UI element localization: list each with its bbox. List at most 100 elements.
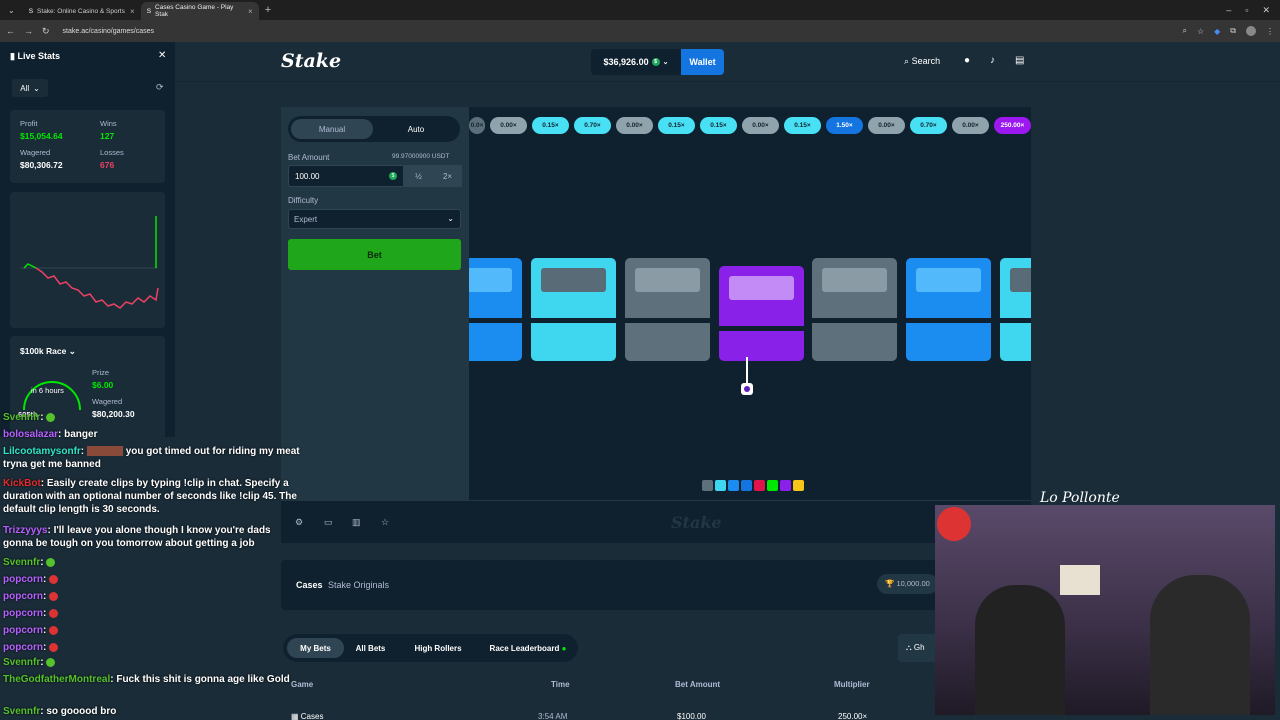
case-band xyxy=(906,318,991,323)
emote-icon xyxy=(49,625,59,635)
emote-icon xyxy=(46,657,56,667)
difficulty-select[interactable]: Expert ⌄ xyxy=(288,209,461,229)
cases-game-area: 0.0× 0.00× 0.15× 0.70× 0.00× 0.15× 0.15× 0.00× 0… xyxy=(469,107,1031,500)
tab-all-bets[interactable]: All Bets xyxy=(348,638,393,658)
bet-balance: 99.97000900 USDT xyxy=(392,153,450,160)
multiplier-pill: 0.70× xyxy=(910,117,947,134)
multiplier-pill: 1.50× xyxy=(826,117,863,134)
chat-message: Trizzyyys: I'll leave you alone though I… xyxy=(3,525,271,549)
case-box xyxy=(469,258,522,361)
ghost-mode-button[interactable]: ⛬ Gh xyxy=(898,634,935,662)
chat-message: popcorn: xyxy=(3,607,303,620)
max-win-badge: 🏆 10,000.00 xyxy=(877,574,938,594)
bookmark-star-icon[interactable]: ☆ xyxy=(1197,27,1204,36)
emote-icon xyxy=(49,591,59,601)
chat-message: popcorn: xyxy=(3,590,303,603)
emote-icon xyxy=(49,642,59,652)
tab-high-rollers[interactable]: High Rollers xyxy=(407,638,469,658)
stats-summary: Profit $15,054.64 Wins 127 Wagered $80,3… xyxy=(10,110,165,183)
notifications-icon[interactable]: ♪ xyxy=(990,55,995,66)
stake-logo[interactable]: Stake xyxy=(281,50,341,72)
multiplier-pill: 0.15× xyxy=(532,117,569,134)
back-icon[interactable]: ← xyxy=(6,26,15,36)
case-lid xyxy=(1010,268,1031,292)
refresh-icon[interactable]: ⟳ xyxy=(156,82,164,93)
chat-message: popcorn: xyxy=(3,624,303,637)
theatre-mode-icon[interactable]: ▭ xyxy=(324,517,333,528)
emote-icon xyxy=(49,608,59,618)
bet-amount-input[interactable]: 100.00 $ xyxy=(288,165,404,187)
bet-button[interactable]: Bet xyxy=(288,239,461,270)
forward-icon[interactable]: → xyxy=(24,26,33,36)
close-icon[interactable]: × xyxy=(130,7,135,16)
streamer-webcam xyxy=(935,505,1275,715)
case-band xyxy=(719,326,804,331)
multiplier-pill: 0.00× xyxy=(868,117,905,134)
chat-message: TheGodfatherMontreal: Fuck this shit is … xyxy=(3,674,290,685)
double-bet-button[interactable]: 2× xyxy=(433,165,462,187)
case-box xyxy=(625,258,710,361)
case-color-legend xyxy=(702,480,804,491)
user-icon[interactable]: ● xyxy=(964,55,970,66)
live-stats-title: ▮ Live Stats xyxy=(10,51,60,61)
wall-sign xyxy=(1060,565,1100,595)
browser-tab-1[interactable]: S Stake: Online Casino & Sports × xyxy=(23,2,141,20)
tab-list-icon[interactable]: ⌄ xyxy=(0,6,23,15)
person-right xyxy=(1150,575,1250,715)
zoom-icon[interactable]: ⌕ xyxy=(1182,26,1186,36)
close-icon[interactable]: ✕ xyxy=(158,50,166,61)
profit-line-red xyxy=(35,267,159,309)
stats-filter-select[interactable]: All ⌄ xyxy=(12,79,48,97)
extensions-puzzle-icon[interactable]: ⧉ xyxy=(1230,26,1236,36)
losses-value: 676 xyxy=(100,160,115,170)
browser-tab-bar: ⌄ S Stake: Online Casino & Sports × S Cases… xyxy=(0,0,1280,20)
color-swatch xyxy=(793,480,804,491)
trophy-icon: 🏆 xyxy=(885,579,895,588)
color-swatch xyxy=(741,480,752,491)
menu-icon[interactable]: ⋮ xyxy=(1266,27,1274,36)
url-field[interactable]: stake.ac/casino/games/cases xyxy=(63,28,154,35)
race-time: in 6 hours xyxy=(31,386,64,395)
ghost-icon: ⛬ xyxy=(906,643,912,652)
chat-icon[interactable]: ▤ xyxy=(1015,55,1024,66)
new-tab-icon[interactable]: + xyxy=(259,4,277,16)
manual-tab[interactable]: Manual xyxy=(291,119,373,139)
profile-avatar[interactable] xyxy=(1246,26,1256,36)
chat-message: bolosalazar: banger xyxy=(3,429,98,440)
chat-message: popcorn: xyxy=(3,573,303,586)
half-bet-button[interactable]: ½ xyxy=(404,165,433,187)
balance-display[interactable]: $36,926.00 $ ⌄ xyxy=(591,49,681,75)
stats-chart-icon[interactable]: ▥ xyxy=(352,517,361,528)
streamer-signature: Lo Pollonte xyxy=(1040,490,1120,506)
stake-watermark: Stake xyxy=(671,513,722,532)
race-title[interactable]: $100k Race ⌄ xyxy=(20,346,76,357)
case-box xyxy=(719,266,804,361)
color-swatch xyxy=(767,480,778,491)
browser-tab-2[interactable]: S Cases Casino Game - Play Stak × xyxy=(140,2,259,20)
result-pointer xyxy=(746,357,748,383)
result-marker-icon xyxy=(741,383,753,395)
minimize-icon[interactable]: – xyxy=(1226,5,1231,16)
favorite-star-icon[interactable]: ☆ xyxy=(381,517,389,528)
stream-logo xyxy=(937,507,971,541)
auto-tab[interactable]: Auto xyxy=(375,119,457,139)
close-icon[interactable]: × xyxy=(248,7,253,16)
maximize-icon[interactable]: ▫ xyxy=(1245,5,1248,16)
window-close-icon[interactable]: ✕ xyxy=(1262,5,1270,16)
chevron-down-icon: ⌄ xyxy=(33,83,40,93)
live-dot-icon: ● xyxy=(561,643,567,653)
case-lid xyxy=(541,268,606,292)
reload-icon[interactable]: ↻ xyxy=(42,26,50,37)
extension-icon[interactable]: ◆ xyxy=(1214,27,1220,36)
multiplier-pill: 0.00× xyxy=(952,117,989,134)
wallet-button[interactable]: Wallet xyxy=(681,49,724,75)
color-swatch xyxy=(728,480,739,491)
search-button[interactable]: ⌕ Search xyxy=(904,56,940,67)
usdt-coin-icon: $ xyxy=(389,172,397,180)
stream-chat-overlay: Svennfr: bolosalazar: banger Lilcootamys… xyxy=(0,410,310,720)
case-lid xyxy=(916,268,981,292)
case-lid xyxy=(729,276,794,300)
multiplier-pill: 0.00× xyxy=(742,117,779,134)
tab-race-leaderboard[interactable]: Race Leaderboard ● xyxy=(483,638,573,658)
case-band xyxy=(1000,318,1031,323)
